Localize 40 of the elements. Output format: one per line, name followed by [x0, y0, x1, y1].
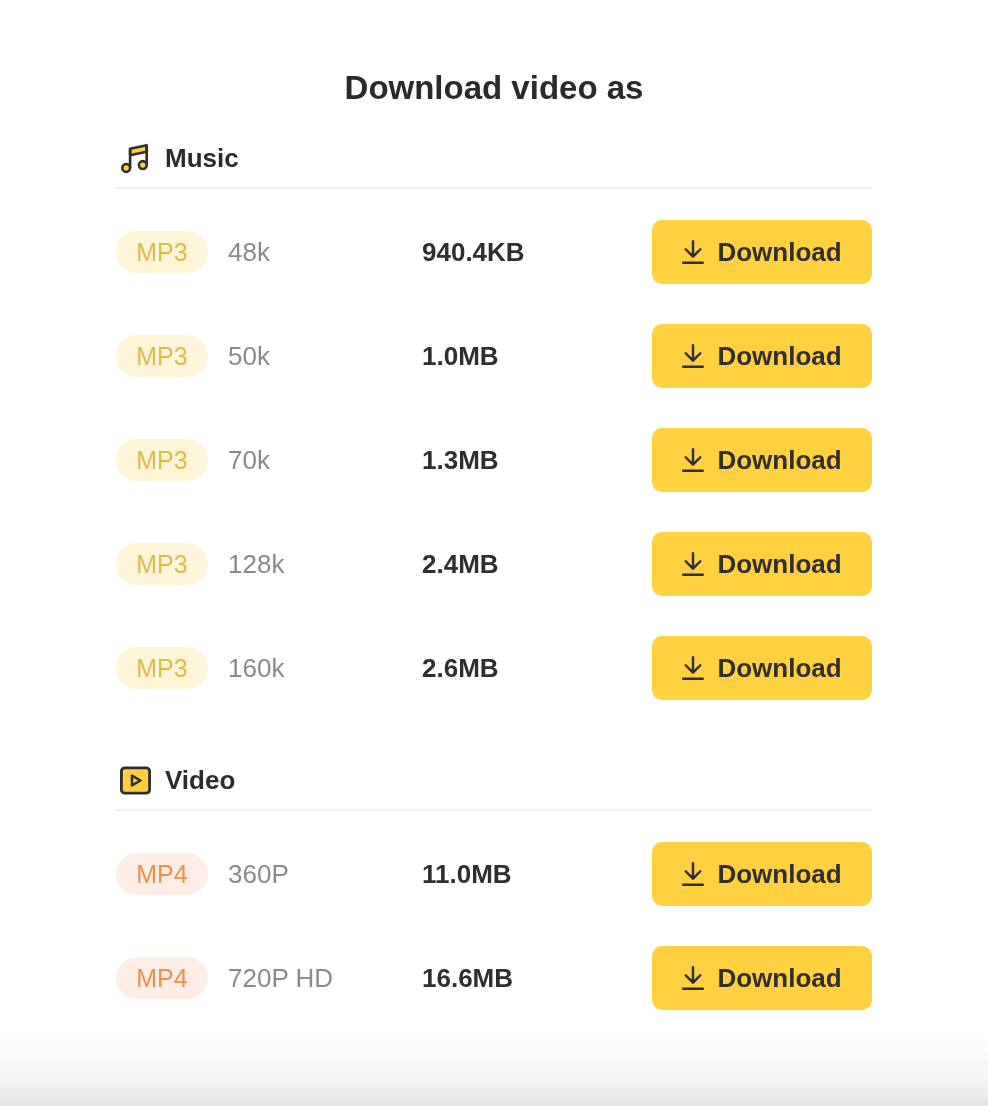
section-heading: Video: [165, 765, 236, 795]
download-icon: [682, 552, 705, 576]
file-size: 940.4KB: [422, 236, 525, 268]
quality-label: 720P HD: [228, 962, 334, 994]
download-button[interactable]: Download: [652, 324, 872, 388]
file-size: 16.6MB: [422, 962, 514, 994]
download-icon: [682, 862, 705, 886]
download-icon: [682, 656, 705, 680]
quality-label: 360P: [228, 858, 289, 890]
download-button[interactable]: Download: [652, 428, 872, 492]
download-icon: [682, 448, 705, 472]
format-badge: MP3: [116, 647, 208, 689]
format-badge: MP3: [116, 335, 208, 377]
file-size: 1.3MB: [422, 444, 499, 476]
play-video-icon: [120, 764, 151, 796]
format-badge: MP4: [116, 853, 208, 895]
download-icon: [682, 240, 705, 264]
download-button[interactable]: Download: [652, 636, 872, 700]
download-button[interactable]: Download: [652, 220, 872, 284]
format-badge: MP3: [116, 231, 208, 273]
quality-label: 160k: [228, 652, 285, 684]
file-size: 1.0MB: [422, 340, 499, 372]
quality-label: 128k: [228, 548, 285, 580]
file-size: 2.6MB: [422, 652, 499, 684]
file-size: 11.0MB: [422, 858, 512, 890]
quality-label: 70k: [228, 444, 270, 476]
quality-label: 50k: [228, 340, 270, 372]
download-button[interactable]: Download: [652, 842, 872, 906]
music-note-icon: [120, 142, 151, 174]
section-heading: Music: [165, 143, 239, 173]
download-icon: [682, 966, 705, 990]
download-icon: [682, 344, 705, 368]
quality-label: 48k: [228, 236, 270, 268]
format-badge: MP3: [116, 439, 208, 481]
file-size: 2.4MB: [422, 548, 499, 580]
format-badge: MP3: [116, 543, 208, 585]
download-button[interactable]: Download: [652, 946, 872, 1010]
download-button[interactable]: Download: [652, 532, 872, 596]
dialog-title: Download video as: [343, 68, 645, 108]
format-badge: MP4: [116, 957, 208, 999]
